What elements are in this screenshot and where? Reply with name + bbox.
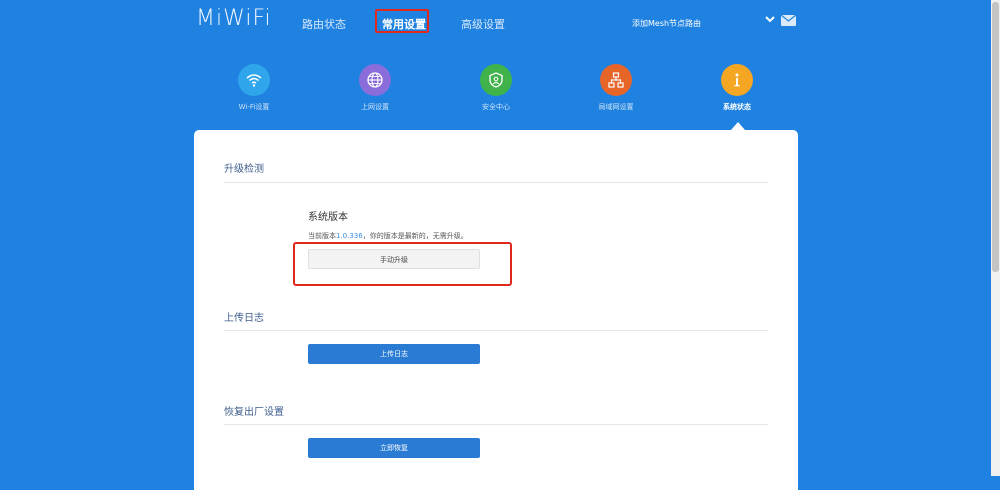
- nav-lan-settings[interactable]: 局域网设置: [576, 64, 656, 112]
- icon-label: 系统状态: [723, 103, 751, 111]
- upgrade-section-title: 升级检测: [224, 164, 264, 175]
- active-indicator-caret: [731, 122, 745, 130]
- tab-router-status[interactable]: 路由状态: [302, 16, 346, 32]
- shield-icon: [480, 64, 512, 96]
- icon-label: Wi-Fi设置: [238, 103, 270, 111]
- system-version-title: 系统版本: [308, 212, 348, 223]
- tab-highlight-box: [375, 9, 429, 33]
- version-suffix: ，你的版本是最新的，无需升级。: [362, 232, 468, 240]
- divider: [224, 182, 768, 183]
- icon-label: 局域网设置: [598, 103, 634, 111]
- log-section-title: 上传日志: [224, 313, 264, 324]
- info-icon: [721, 64, 753, 96]
- page-scrollbar[interactable]: [991, 0, 1000, 476]
- system-status-panel: 升级检测 系统版本 当前版本1.0.336，你的版本是最新的，无需升级。 手动升…: [194, 130, 798, 490]
- version-prefix: 当前版本: [308, 232, 336, 240]
- mail-icon[interactable]: [781, 15, 796, 26]
- icon-label: 安全中心: [482, 103, 510, 111]
- add-mesh-node-link[interactable]: 添加Mesh节点路由: [632, 18, 701, 29]
- network-icon: [600, 64, 632, 96]
- nav-internet-settings[interactable]: 上网设置: [335, 64, 415, 112]
- scrollbar-thumb[interactable]: [992, 2, 999, 272]
- version-info: 当前版本1.0.336，你的版本是最新的，无需升级。: [308, 231, 468, 241]
- wifi-icon: [238, 64, 270, 96]
- nav-security-center[interactable]: 安全中心: [456, 64, 536, 112]
- nav-system-status[interactable]: 系统状态: [697, 64, 777, 112]
- icon-label: 上网设置: [361, 103, 389, 111]
- upgrade-highlight-box: [293, 242, 512, 286]
- nav-wifi-settings[interactable]: Wi-Fi设置: [214, 64, 294, 112]
- globe-icon: [359, 64, 391, 96]
- version-number: 1.0.336: [336, 232, 363, 240]
- reset-now-button[interactable]: 立即恢复: [308, 438, 480, 458]
- upload-log-button[interactable]: 上传日志: [308, 344, 480, 364]
- miwifi-logo: MiWiFi: [196, 6, 272, 31]
- tab-advanced-settings[interactable]: 高级设置: [461, 16, 505, 32]
- divider: [224, 424, 768, 425]
- reset-section-title: 恢复出厂设置: [224, 407, 284, 418]
- chevron-down-icon[interactable]: [764, 13, 776, 25]
- divider: [224, 330, 768, 331]
